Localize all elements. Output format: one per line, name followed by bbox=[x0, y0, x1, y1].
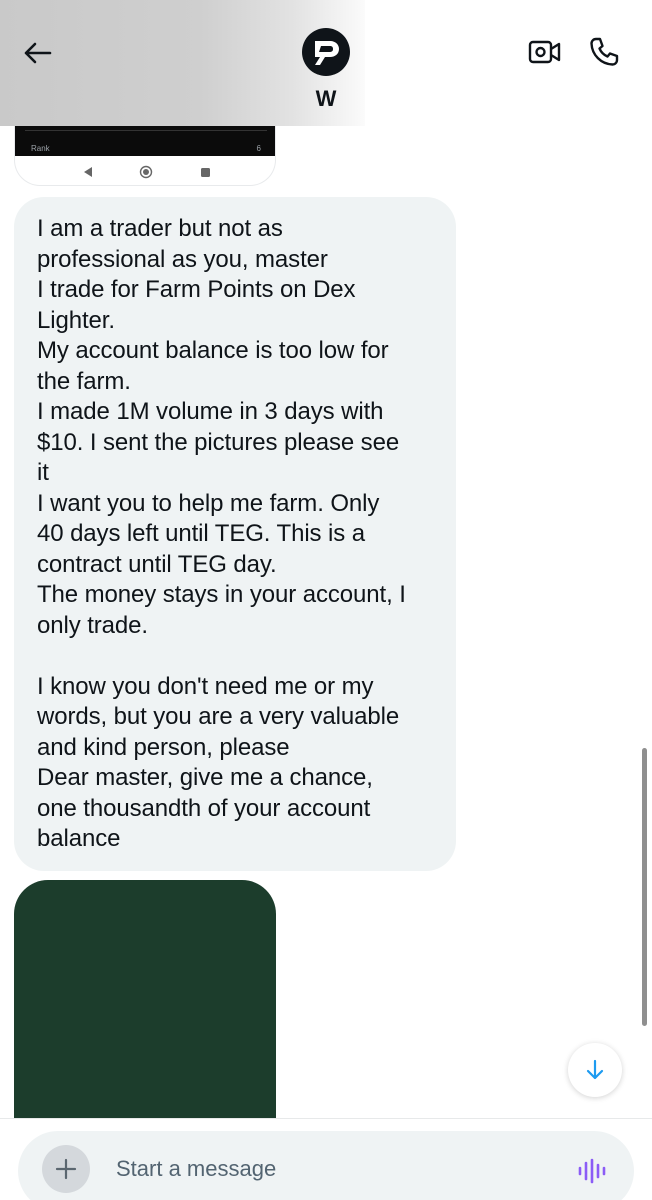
voice-waveform-icon bbox=[578, 1158, 606, 1184]
message-input[interactable] bbox=[116, 1149, 536, 1189]
phone-icon bbox=[590, 37, 619, 66]
scroll-to-bottom-button[interactable] bbox=[568, 1043, 622, 1097]
scrollbar-thumb[interactable] bbox=[642, 748, 647, 1026]
video-call-button[interactable] bbox=[526, 34, 564, 70]
video-camera-icon bbox=[528, 40, 561, 64]
conversation-header: W bbox=[0, 0, 652, 126]
rank-label: Rank bbox=[31, 144, 50, 153]
contact-name[interactable]: W bbox=[276, 86, 376, 112]
pointer-logo-icon bbox=[315, 41, 339, 65]
image-attachment-green[interactable] bbox=[14, 880, 276, 1120]
arrow-down-icon bbox=[586, 1059, 604, 1080]
back-button[interactable] bbox=[18, 34, 56, 72]
message-text: I am a trader but not as professional as… bbox=[37, 215, 406, 852]
avatar[interactable] bbox=[302, 28, 350, 76]
message-bubble[interactable]: I am a trader but not as professional as… bbox=[14, 197, 456, 871]
divider bbox=[25, 130, 267, 131]
nav-back-icon bbox=[81, 165, 95, 179]
add-attachment-button[interactable] bbox=[42, 1145, 90, 1193]
arrow-left-icon bbox=[24, 42, 52, 64]
voice-message-button[interactable] bbox=[572, 1151, 612, 1191]
rank-value: 6 bbox=[256, 144, 261, 153]
nav-recent-icon bbox=[199, 166, 211, 178]
audio-call-button[interactable] bbox=[584, 32, 624, 72]
nav-home-icon bbox=[139, 165, 153, 179]
plus-icon bbox=[55, 1158, 77, 1180]
message-composer bbox=[18, 1131, 634, 1200]
